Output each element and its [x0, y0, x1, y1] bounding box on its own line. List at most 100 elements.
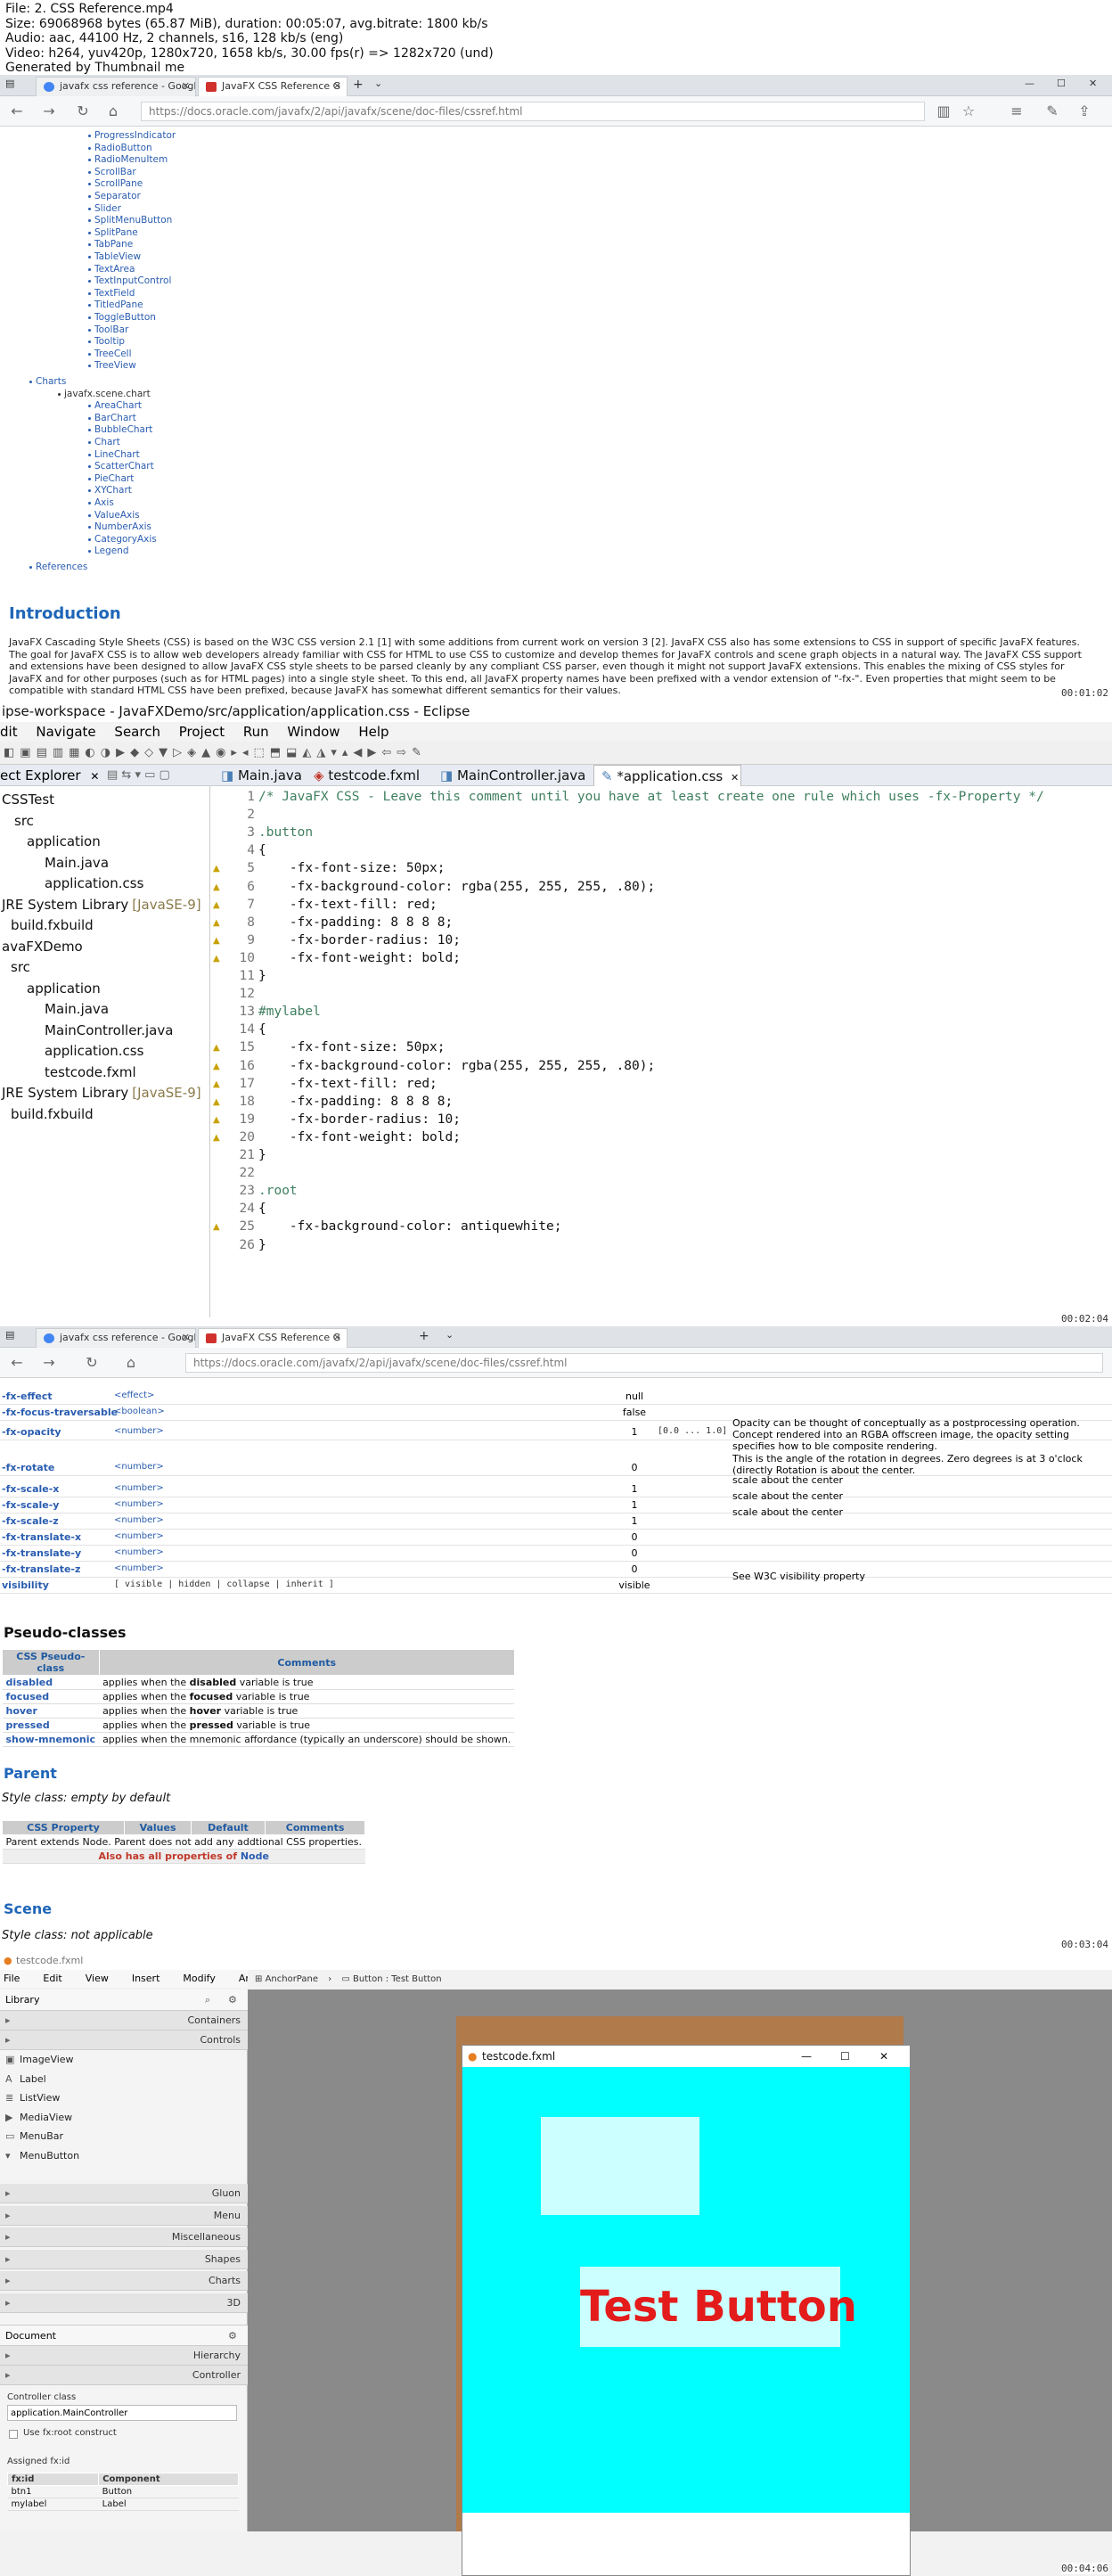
tree-item[interactable]: Main.java — [45, 855, 109, 871]
toc-link[interactable]: CategoryAxis — [88, 534, 157, 545]
tab-maincontroller-java[interactable]: ◨ MainController.java — [433, 765, 590, 786]
new-tab-icon[interactable]: + — [353, 78, 364, 92]
toc-link[interactable]: ScrollBar — [88, 167, 136, 177]
property-name[interactable]: -fx-focus-traversable — [2, 1407, 118, 1418]
favorite-icon[interactable]: ☆ — [959, 102, 978, 121]
toc-link[interactable]: ToggleButton — [88, 312, 156, 323]
pseudo-class-name[interactable]: pressed — [2, 1718, 100, 1733]
maximize-icon[interactable]: ☐ — [840, 2046, 850, 2067]
property-name[interactable]: visibility — [2, 1579, 49, 1591]
tree-item[interactable]: application — [27, 980, 101, 997]
tree-item[interactable]: application.css — [45, 1043, 143, 1059]
pseudo-class-name[interactable]: disabled — [2, 1675, 100, 1690]
menu-navigate[interactable]: Navigate — [36, 724, 95, 740]
refresh-icon[interactable]: ↻ — [82, 1353, 102, 1373]
minimize-icon[interactable]: — — [1025, 78, 1034, 89]
tree-item[interactable]: MainController.java — [45, 1022, 173, 1038]
library-section[interactable]: 3D — [0, 2293, 248, 2313]
home-icon[interactable]: ⌂ — [121, 1353, 141, 1373]
toc-link[interactable]: RadioButton — [88, 143, 152, 153]
close-icon[interactable]: ✕ — [731, 772, 739, 783]
library-section[interactable]: Controls — [0, 2030, 248, 2050]
toc-link[interactable]: Separator — [88, 191, 141, 201]
tab-google-search[interactable]: javafx css reference - Googl ✕ — [36, 1328, 196, 1348]
library-item[interactable]: ▭ MenuBar — [5, 2130, 63, 2142]
toc-link[interactable]: SplitPane — [88, 227, 138, 238]
pseudo-class-name[interactable]: show-mnemonic — [2, 1732, 100, 1747]
menu-project[interactable]: Project — [179, 724, 225, 740]
toc-link[interactable]: XYChart — [88, 485, 132, 496]
forward-icon[interactable]: → — [39, 1353, 59, 1373]
library-section[interactable]: Miscellaneous — [0, 2227, 248, 2248]
library-section[interactable]: Charts — [0, 2271, 248, 2292]
toc-link[interactable]: ProgressIndicator — [87, 130, 176, 141]
document-section[interactable]: Controller — [0, 2366, 248, 2385]
close-icon[interactable]: ✕ — [90, 770, 99, 783]
library-item[interactable]: ≣ ListView — [5, 2092, 60, 2104]
pseudo-class-name[interactable]: focused — [2, 1689, 100, 1704]
library-item[interactable]: A Label — [5, 2073, 46, 2085]
tab-css-reference[interactable]: JavaFX CSS Reference G ✕ — [198, 1328, 348, 1348]
table-row[interactable]: mylabel Label — [7, 2498, 239, 2511]
toc-link[interactable]: Tooltip — [87, 336, 125, 347]
document-section[interactable]: Hierarchy — [0, 2346, 248, 2366]
collapse-icon[interactable]: ▤ ⇆ ▾ ▭ ▢ — [107, 765, 170, 786]
hub-icon[interactable]: ≡ — [1007, 102, 1026, 121]
library-item[interactable]: ▶ MediaView — [5, 2112, 72, 2123]
property-name[interactable]: -fx-translate-y — [2, 1547, 81, 1559]
forward-icon[interactable]: → — [39, 102, 59, 121]
close-icon[interactable]: ✕ — [879, 2046, 888, 2067]
menu-help[interactable]: Help — [358, 724, 388, 740]
tab-css-reference[interactable]: JavaFX CSS Reference G ✕ — [198, 77, 348, 96]
tab-main-java[interactable]: ◨ Main.java — [214, 765, 303, 786]
tree-item[interactable]: src — [11, 959, 30, 975]
property-name[interactable]: -fx-translate-z — [2, 1563, 80, 1575]
close-icon[interactable]: ✕ — [182, 78, 190, 95]
minimize-icon[interactable]: — — [801, 2046, 812, 2067]
property-name[interactable]: -fx-rotate — [2, 1462, 54, 1473]
library-section[interactable]: Gluon — [0, 2184, 248, 2203]
tab-google-search[interactable]: javafx css reference - Googl ✕ — [36, 77, 196, 96]
test-button[interactable]: Test Button — [580, 2267, 857, 2347]
toc-link[interactable]: ScrollPane — [87, 178, 143, 189]
back-icon[interactable]: ← — [7, 1353, 27, 1373]
toc-link[interactable]: TreeCell — [88, 349, 132, 359]
property-name[interactable]: -fx-scale-z — [2, 1515, 59, 1527]
tree-item[interactable]: avaFXDemo — [2, 939, 83, 955]
pseudo-class-name[interactable]: hover — [2, 1703, 100, 1719]
fxroot-checkbox[interactable] — [9, 2430, 18, 2439]
tree-item[interactable]: application — [27, 833, 101, 849]
tab-menu-icon[interactable]: ⌄ — [446, 1329, 454, 1341]
breadcrumb-item[interactable]: AnchorPane — [266, 1974, 318, 1984]
toc-link[interactable]: TextField — [87, 288, 135, 299]
close-icon[interactable]: ✕ — [333, 1329, 341, 1347]
tree-item[interactable]: src — [14, 813, 34, 829]
search-icon[interactable]: ⌕ — [205, 1989, 210, 2011]
tree-item[interactable]: JRE System Library [JavaSE-9] — [2, 1085, 201, 1101]
reading-view-icon[interactable]: ▥ — [934, 102, 953, 121]
tab-testcode-fxml[interactable]: ◈ testcode.fxml — [307, 765, 429, 786]
back-icon[interactable]: ← — [7, 102, 27, 121]
code-editor[interactable]: 1/* JavaFX CSS - Leave this comment unti… — [210, 786, 1112, 1321]
toc-link[interactable]: TitledPane — [88, 299, 143, 310]
property-name[interactable]: -fx-scale-x — [2, 1483, 59, 1495]
tree-item[interactable]: testcode.fxml — [45, 1064, 136, 1080]
toc-link[interactable]: TextInputControl — [87, 275, 171, 286]
menu-window[interactable]: Window — [287, 724, 339, 740]
toc-link-charts[interactable]: Charts — [29, 376, 66, 387]
node-link[interactable]: Node — [241, 1850, 269, 1862]
gear-icon[interactable]: ⚙ — [228, 1989, 237, 2011]
toc-link[interactable]: TreeView — [88, 360, 136, 371]
menu-item[interactable]: Edit — [43, 1973, 61, 1984]
library-item[interactable]: ▾ MenuButton — [5, 2150, 79, 2162]
toc-link[interactable]: ValueAxis — [88, 510, 140, 521]
controller-class-input[interactable] — [7, 2405, 237, 2421]
close-icon[interactable]: ✕ — [182, 1329, 190, 1347]
toc-link[interactable]: RadioMenuItem — [87, 154, 168, 165]
window-menu-icon[interactable]: ▤ — [5, 1329, 14, 1341]
tree-item[interactable]: Main.java — [45, 1001, 109, 1017]
menu-item[interactable]: View — [86, 1973, 109, 1984]
toc-link[interactable]: BubbleChart — [87, 424, 152, 435]
toc-link[interactable]: Chart — [88, 437, 120, 447]
close-window-icon[interactable]: ✕ — [1089, 78, 1097, 89]
